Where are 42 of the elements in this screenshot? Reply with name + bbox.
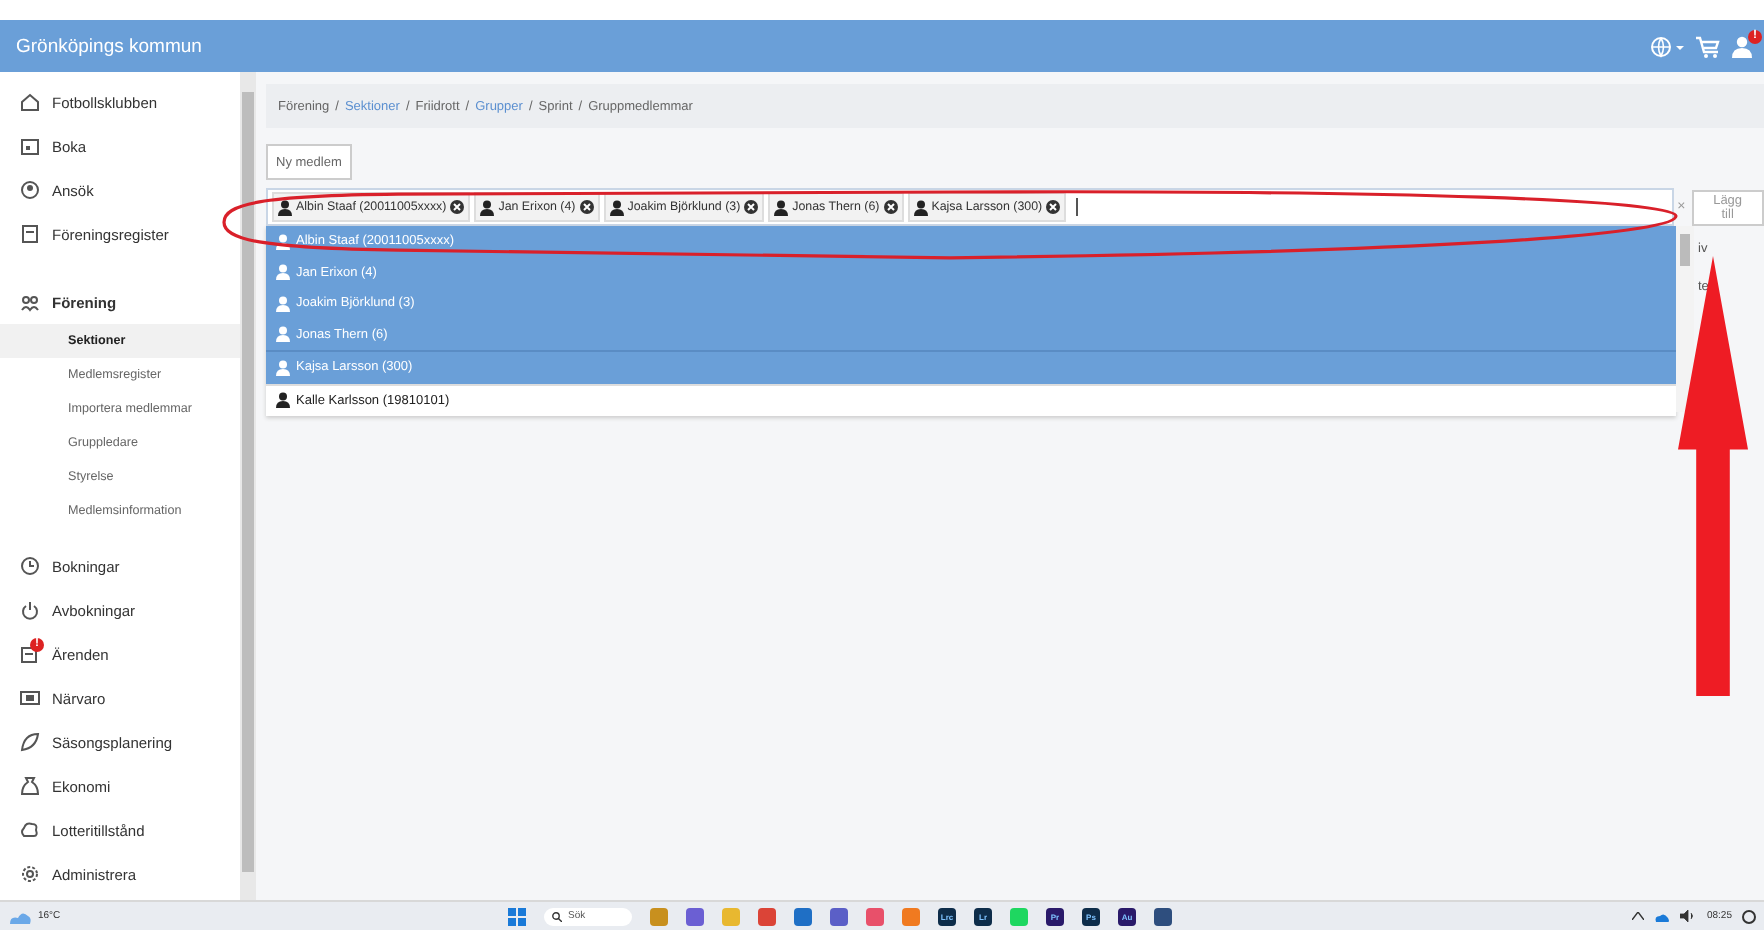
person-icon xyxy=(913,199,928,215)
person-icon xyxy=(276,326,290,343)
person-icon xyxy=(276,264,290,281)
app-title: Grönköpings kommun xyxy=(16,35,204,57)
person-icon xyxy=(276,359,290,376)
remove-icon[interactable] xyxy=(579,200,594,214)
clock-icon xyxy=(20,556,40,576)
person-icon xyxy=(276,295,290,312)
person-icon xyxy=(609,199,624,215)
calendar-icon xyxy=(20,136,40,156)
person-icon xyxy=(774,199,789,215)
app-icon[interactable] xyxy=(1154,907,1172,925)
power-icon xyxy=(20,600,40,620)
remove-icon[interactable] xyxy=(883,200,898,214)
home-icon xyxy=(20,92,40,112)
person-icon xyxy=(480,199,495,215)
cloud-icon xyxy=(20,820,40,840)
speaker-icon[interactable] xyxy=(1680,910,1697,922)
cart-icon[interactable] xyxy=(1696,35,1720,57)
cases-icon xyxy=(20,644,40,664)
person-icon xyxy=(276,392,290,409)
user-icon xyxy=(1732,35,1756,57)
scrollbar[interactable] xyxy=(240,72,256,900)
search-icon xyxy=(552,911,562,921)
register-icon xyxy=(20,224,40,244)
attendance-icon xyxy=(20,688,40,708)
person-icon xyxy=(276,233,290,250)
settings-icon xyxy=(20,864,40,884)
money-bag-icon xyxy=(20,776,40,796)
windows-icon[interactable] xyxy=(508,907,526,925)
globe-caret-icon[interactable] xyxy=(1650,35,1684,57)
person-icon xyxy=(278,199,292,215)
remove-icon[interactable] xyxy=(744,200,759,214)
caret-up-icon[interactable] xyxy=(1632,912,1645,920)
text-cursor xyxy=(1076,198,1079,216)
remove-icon[interactable] xyxy=(450,200,465,214)
notification-icon[interactable] xyxy=(1742,909,1756,923)
weather-icon xyxy=(8,908,32,924)
cloud-icon[interactable] xyxy=(1654,911,1671,921)
remove-icon[interactable] xyxy=(1046,200,1061,214)
scrollbar[interactable] xyxy=(1676,226,1694,412)
leaf-icon xyxy=(20,732,40,752)
